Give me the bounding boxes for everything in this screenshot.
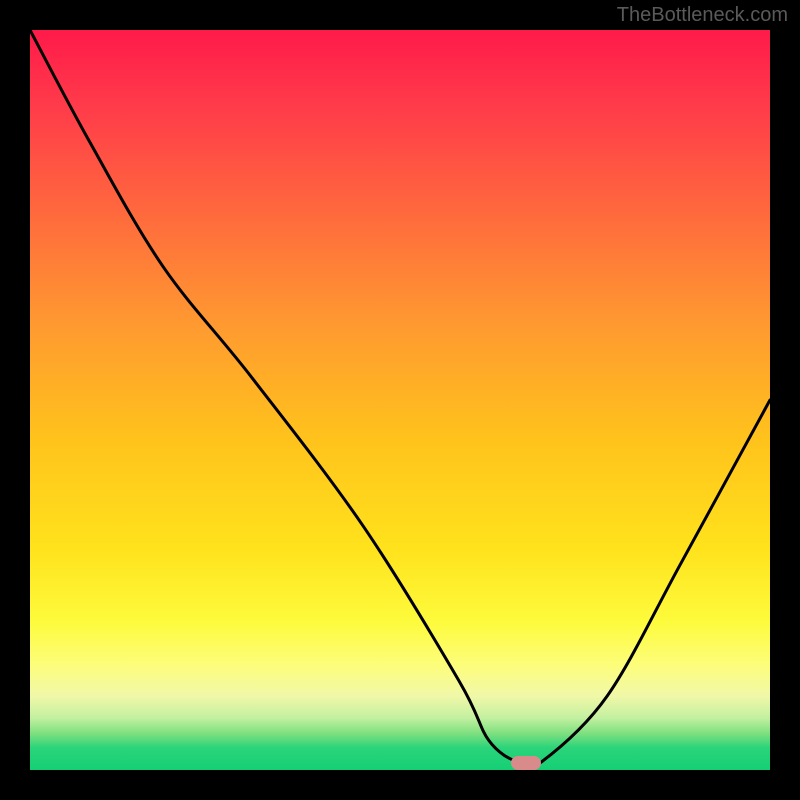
optimal-marker [511,756,541,770]
watermark-text: TheBottleneck.com [617,4,788,27]
bottleneck-curve [30,30,770,770]
plot-area [30,30,770,770]
